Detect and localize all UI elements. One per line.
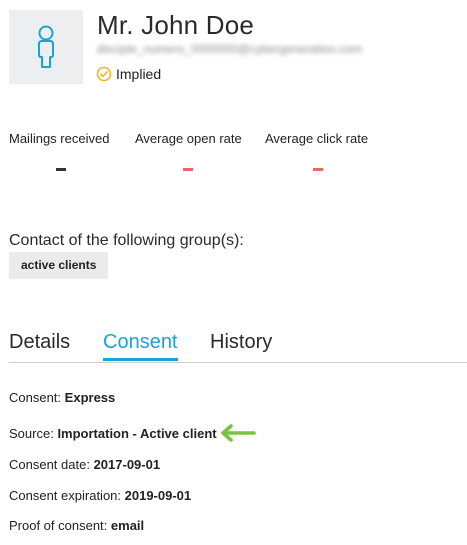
stat-value-mailings bbox=[56, 168, 66, 171]
stat-value-click-rate bbox=[313, 168, 323, 171]
consent-source-label: Source: bbox=[9, 426, 54, 441]
stat-label-open-rate: Average open rate bbox=[135, 131, 242, 146]
stat-label-click-rate: Average click rate bbox=[265, 131, 369, 146]
consent-expiration-value: 2019-09-01 bbox=[124, 488, 192, 503]
consent-status: Implied bbox=[96, 66, 161, 82]
active-tab-indicator bbox=[103, 358, 178, 361]
person-icon bbox=[38, 25, 54, 68]
consent-proof-label: Proof of consent: bbox=[9, 518, 108, 533]
tab-history[interactable]: History bbox=[210, 331, 272, 354]
consent-date-label: Consent date: bbox=[9, 457, 90, 472]
consent-date-value: 2017-09-01 bbox=[93, 457, 161, 472]
contact-email: disciple_numero_0000000@cybergeneration.… bbox=[97, 42, 363, 56]
consent-expiration-label: Consent expiration: bbox=[9, 488, 122, 503]
tabs-divider bbox=[9, 362, 467, 363]
consent-proof: Proof of consent: email bbox=[9, 518, 144, 533]
arrow-left-icon bbox=[221, 424, 256, 442]
groups-title: Contact of the following group(s): bbox=[9, 232, 244, 249]
stat-value-open-rate bbox=[183, 168, 193, 171]
consent-type-value: Express bbox=[64, 390, 116, 405]
tab-details[interactable]: Details bbox=[9, 331, 70, 354]
contact-name: Mr. John Doe bbox=[97, 10, 255, 40]
consent-source: Source: Importation - Active client bbox=[9, 426, 217, 441]
group-chip[interactable]: active clients bbox=[9, 252, 109, 279]
consent-type: Consent: Express bbox=[9, 390, 115, 405]
tab-consent[interactable]: Consent bbox=[103, 331, 178, 354]
check-circle-icon bbox=[96, 66, 112, 82]
consent-date: Consent date: 2017-09-01 bbox=[9, 457, 160, 472]
consent-status-label: Implied bbox=[116, 66, 162, 82]
consent-expiration: Consent expiration: 2019-09-01 bbox=[9, 488, 191, 503]
consent-type-label: Consent: bbox=[9, 390, 62, 405]
consent-proof-value: email bbox=[110, 518, 145, 533]
stat-label-mailings: Mailings received bbox=[9, 131, 110, 146]
avatar bbox=[9, 10, 83, 84]
consent-source-value: Importation - Active client bbox=[57, 426, 217, 441]
